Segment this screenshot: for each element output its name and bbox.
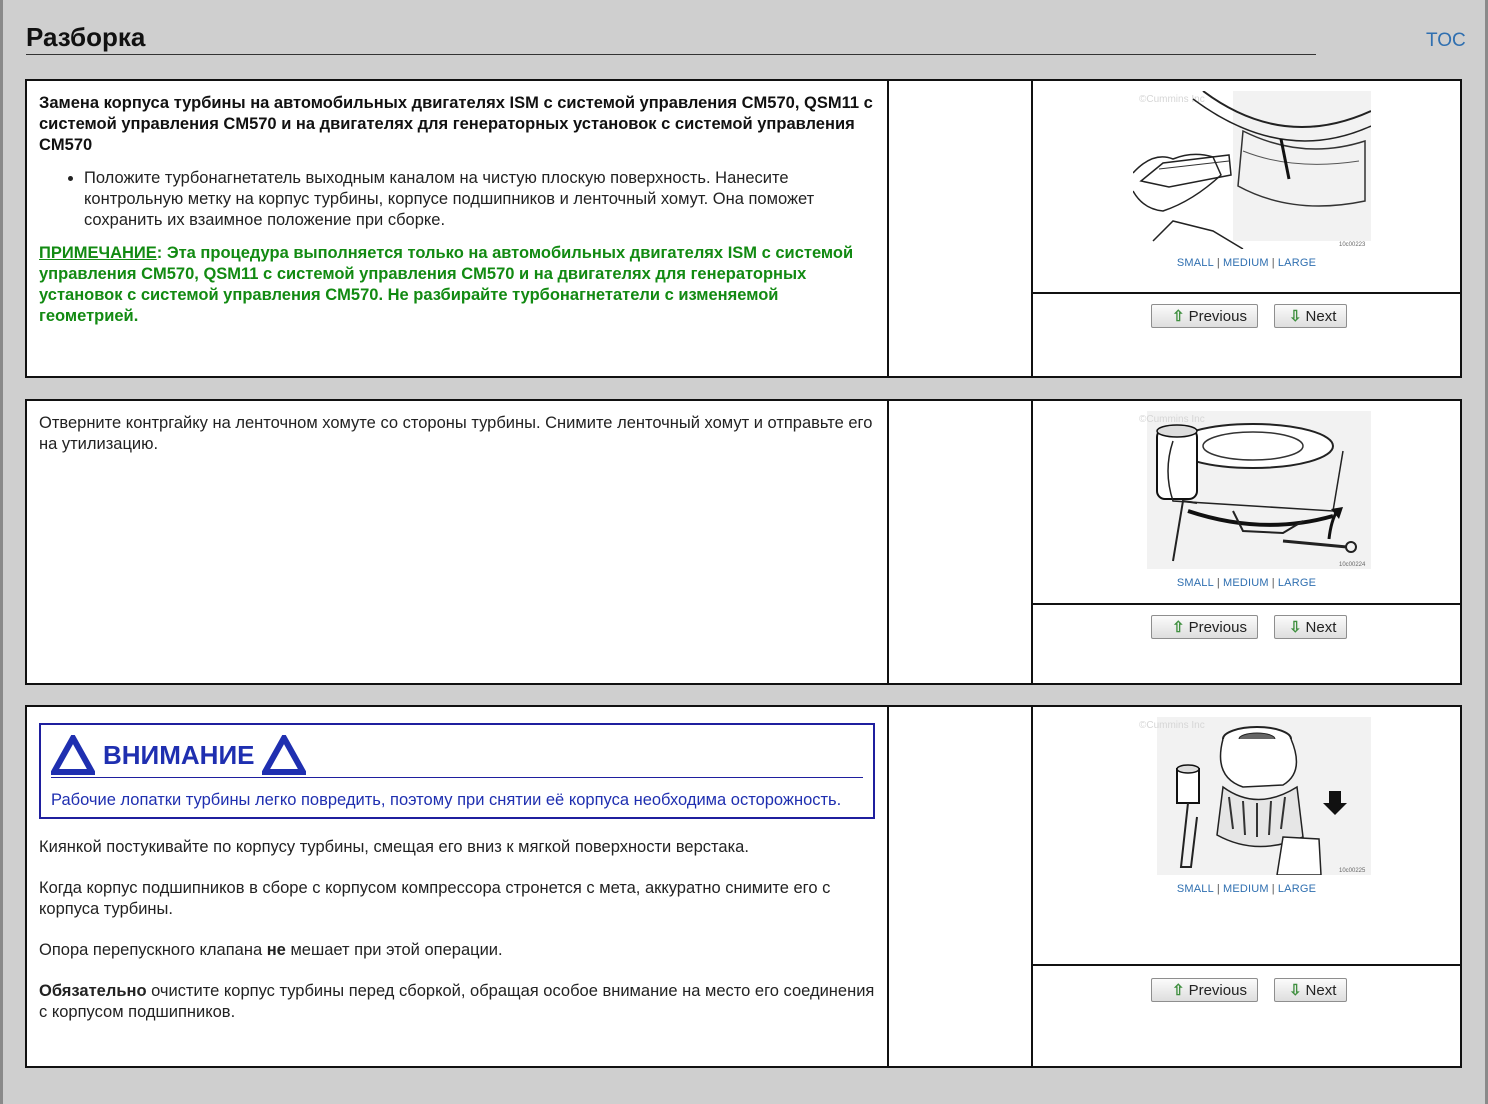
svg-text:©Cummins Inc: ©Cummins Inc [1139, 720, 1205, 731]
window-left-border [0, 0, 3, 1104]
next-label: Next [1305, 981, 1337, 999]
toc-link[interactable]: TOC [1426, 30, 1466, 52]
step-2-empty-cell [889, 401, 1033, 683]
image-code: 10c00225 [1339, 868, 1366, 874]
page-title: Разборка [26, 22, 146, 52]
step-3-empty-cell [889, 707, 1033, 1066]
step-2-nav-cell: ⇧ Previous ⇩ Next [1033, 603, 1460, 683]
step-paragraph: Киянкой постукивайте по корпусу турбины,… [39, 838, 749, 856]
image-code: 10c00223 [1339, 242, 1366, 248]
step-paragraph: Когда корпус подшипников в сборе с корпу… [39, 879, 831, 918]
previous-button[interactable]: ⇧ Previous [1151, 978, 1258, 1002]
step-1-image-cell: ©Cummins Inc 10c00223 SMALL | MEDIUM | LARGE [1033, 81, 1460, 294]
step-1-text-cell: Замена корпуса турбины на автомобильных … [27, 81, 889, 376]
step-1-empty-cell [889, 81, 1033, 376]
image-small-link[interactable]: SMALL [1177, 883, 1214, 895]
arrow-up-icon: ⇧ [1172, 308, 1185, 325]
note-block: ПРИМЕЧАНИЕ: Эта процедура выполняется то… [39, 243, 875, 327]
svg-text:©Cummins Inc: ©Cummins Inc [1139, 414, 1205, 425]
caution-header: ВНИМАНИЕ [51, 735, 863, 778]
arrow-down-icon: ⇩ [1288, 982, 1302, 999]
step-bullet-list: Положите турбонагнетатель выходным канал… [39, 168, 875, 231]
arrow-up-icon: ⇧ [1172, 982, 1185, 999]
caution-text: Рабочие лопатки турбины легко повредить,… [51, 791, 842, 809]
arrow-down-icon: ⇩ [1288, 308, 1302, 325]
previous-button[interactable]: ⇧ Previous [1151, 304, 1258, 328]
turbo-marking-illustration[interactable]: ©Cummins Inc 10c00223 [1133, 91, 1371, 249]
step-paragraph: Опора перепускного клапана не мешает при… [39, 941, 503, 959]
step-1: Замена корпуса турбины на автомобильных … [25, 79, 1462, 378]
nav-buttons: ⇧ Previous ⇩ Next [1151, 615, 1348, 639]
previous-label: Previous [1188, 307, 1247, 325]
image-medium-link[interactable]: MEDIUM [1223, 883, 1269, 895]
step-3: ВНИМАНИЕ Рабочие лопатки турбины легко п… [25, 705, 1462, 1068]
step-heading: Замена корпуса турбины на автомобильных … [39, 94, 873, 154]
nav-buttons: ⇧ Previous ⇩ Next [1151, 304, 1348, 328]
title-divider [26, 54, 1316, 55]
step-3-text-cell: ВНИМАНИЕ Рабочие лопатки турбины легко п… [27, 707, 889, 1066]
next-button[interactable]: ⇩ Next [1273, 304, 1348, 328]
next-label: Next [1305, 618, 1337, 636]
arrow-down-icon: ⇩ [1288, 619, 1302, 636]
next-button[interactable]: ⇩ Next [1273, 615, 1348, 639]
note-label: ПРИМЕЧАНИЕ [39, 244, 157, 262]
image-large-link[interactable]: LARGE [1278, 883, 1316, 895]
image-code: 10c00224 [1339, 562, 1366, 568]
list-item: Положите турбонагнетатель выходным канал… [84, 168, 875, 231]
turbine-housing-removal-illustration[interactable]: ©Cummins Inc 10c00225 [1133, 717, 1371, 875]
warning-triangle-icon [51, 735, 95, 775]
step-paragraph: Обязательно очистите корпус турбины пере… [39, 982, 875, 1021]
caution-title: ВНИМАНИЕ [103, 739, 255, 770]
next-button[interactable]: ⇩ Next [1273, 978, 1348, 1002]
image-large-link[interactable]: LARGE [1278, 577, 1316, 589]
nav-buttons: ⇧ Previous ⇩ Next [1151, 978, 1348, 1002]
image-size-links: SMALL | MEDIUM | LARGE [1176, 577, 1317, 589]
previous-label: Previous [1188, 981, 1247, 999]
previous-label: Previous [1188, 618, 1247, 636]
image-small-link[interactable]: SMALL [1177, 577, 1214, 589]
caution-box: ВНИМАНИЕ Рабочие лопатки турбины легко п… [39, 723, 875, 819]
step-1-nav-cell: ⇧ Previous ⇩ Next [1033, 292, 1460, 376]
warning-triangle-icon [262, 735, 307, 775]
arrow-up-icon: ⇧ [1172, 619, 1185, 636]
image-medium-link[interactable]: MEDIUM [1223, 577, 1269, 589]
next-label: Next [1305, 307, 1337, 325]
image-small-link[interactable]: SMALL [1177, 257, 1214, 269]
image-medium-link[interactable]: MEDIUM [1223, 257, 1269, 269]
image-size-links: SMALL | MEDIUM | LARGE [1176, 257, 1317, 269]
step-text: Отверните контргайку на ленточном хомуте… [39, 414, 873, 453]
step-2-image-cell: ©Cummins Inc 10c00224 SMALL | MEDIUM | LARGE [1033, 401, 1460, 605]
previous-button[interactable]: ⇧ Previous [1151, 615, 1258, 639]
band-clamp-illustration[interactable]: ©Cummins Inc 10c00224 [1133, 411, 1371, 569]
step-2: Отверните контргайку на ленточном хомуте… [25, 399, 1462, 685]
image-size-links: SMALL | MEDIUM | LARGE [1176, 883, 1317, 895]
image-large-link[interactable]: LARGE [1278, 257, 1316, 269]
step-3-image-cell: ©Cummins Inc 10c00225 SMALL | MEDIUM | LARGE [1033, 707, 1460, 966]
note-text: : Эта процедура выполняется только на ав… [39, 244, 854, 325]
step-3-nav-cell: ⇧ Previous ⇩ Next [1033, 966, 1460, 1066]
step-2-text-cell: Отверните контргайку на ленточном хомуте… [27, 401, 889, 683]
